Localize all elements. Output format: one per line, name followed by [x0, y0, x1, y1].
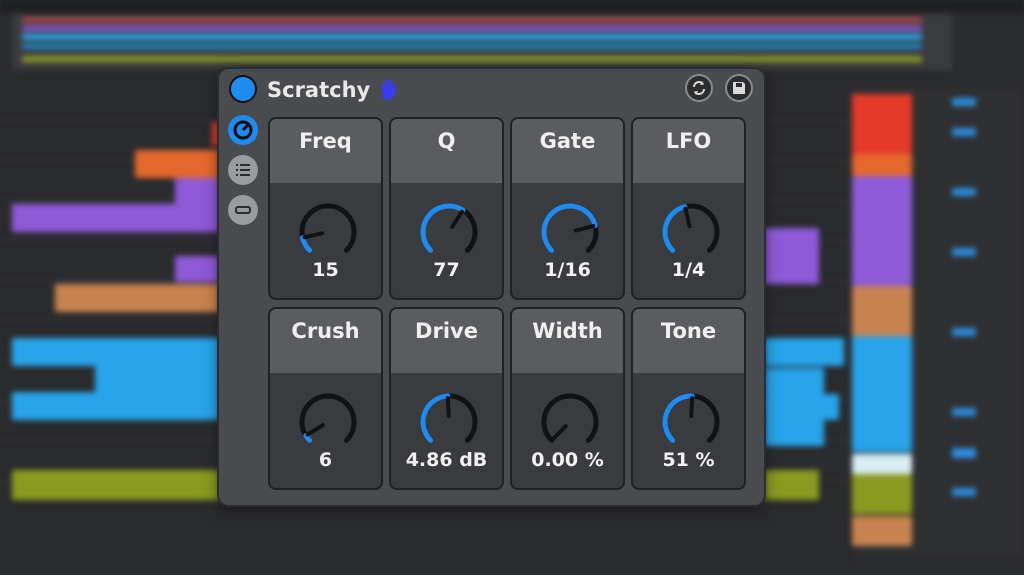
knob-value-drive: 4.86 dB [405, 449, 488, 471]
refresh-icon [693, 81, 705, 95]
knob-card-gate: Gate 1/16 [510, 117, 625, 300]
knob-card-width: Width 0.00 % [510, 307, 625, 490]
knob-card-tone: Tone 51 % [631, 307, 746, 490]
knob-value-width: 0.00 % [531, 449, 604, 471]
list-button[interactable] [228, 155, 258, 185]
knob-q[interactable] [416, 199, 482, 265]
knob-fill [420, 203, 466, 253]
knob-pointer [573, 224, 596, 233]
mod-button[interactable] [228, 115, 258, 145]
knob-card-q: Q 77 [389, 117, 504, 300]
knob-pointer [450, 209, 464, 229]
knob-tone[interactable] [658, 389, 724, 455]
knob-card-drive: Drive 4.86 dB [389, 307, 504, 490]
knob-pointer [683, 206, 692, 229]
device-title: Scratchy [267, 78, 371, 102]
knob-freq[interactable] [295, 199, 361, 265]
knob-fill [420, 393, 451, 443]
knob-label-freq: Freq [270, 119, 381, 183]
minimize-button[interactable] [228, 195, 258, 225]
mod-icon [233, 120, 253, 140]
knob-pointer [445, 396, 451, 419]
knob-value-gate: 1/16 [544, 259, 591, 281]
knob-pointer [302, 231, 325, 240]
knob-label-width: Width [512, 309, 623, 373]
knob-card-crush: Crush 6 [268, 307, 383, 490]
device-power-button[interactable] [229, 75, 257, 103]
scratchy-device: Scratchy Freq 15 Q 77 Gate 1/16 LFO 1/4 … [219, 69, 764, 505]
knob-pointer [689, 396, 695, 419]
knob-value-freq: 15 [312, 259, 339, 281]
mixer-panel [852, 88, 1024, 558]
knob-fill [662, 204, 688, 253]
knob-width[interactable] [537, 389, 603, 455]
save-button[interactable] [725, 74, 753, 102]
knob-label-tone: Tone [633, 309, 744, 373]
knob-pointer [551, 424, 568, 441]
knob-lfo[interactable] [658, 199, 724, 265]
knob-value-tone: 51 % [662, 449, 715, 471]
knob-label-crush: Crush [270, 309, 381, 373]
knob-value-crush: 6 [318, 449, 333, 471]
knob-label-gate: Gate [512, 119, 623, 183]
save-icon [733, 82, 745, 94]
knob-fill [300, 235, 313, 253]
knob-track [299, 203, 357, 253]
refresh-button[interactable] [685, 74, 713, 102]
knob-card-lfo: LFO 1/4 [631, 117, 746, 300]
daw-top-bar [0, 0, 1024, 12]
knob-fill [662, 393, 695, 443]
knob-track [541, 393, 599, 443]
knob-gate[interactable] [537, 199, 603, 265]
knob-card-freq: Freq 15 [268, 117, 383, 300]
knob-label-drive: Drive [391, 309, 502, 373]
arrangement-overview [12, 14, 952, 70]
knob-drive[interactable] [416, 389, 482, 455]
knob-value-q: 77 [433, 259, 460, 281]
list-icon [236, 164, 250, 176]
knob-value-lfo: 1/4 [671, 259, 706, 281]
knob-pointer [305, 423, 325, 437]
knob-label-lfo: LFO [633, 119, 744, 183]
knob-label-q: Q [391, 119, 502, 183]
hand-icon [382, 79, 397, 100]
knob-crush[interactable] [295, 389, 361, 455]
minimize-icon [235, 206, 251, 214]
